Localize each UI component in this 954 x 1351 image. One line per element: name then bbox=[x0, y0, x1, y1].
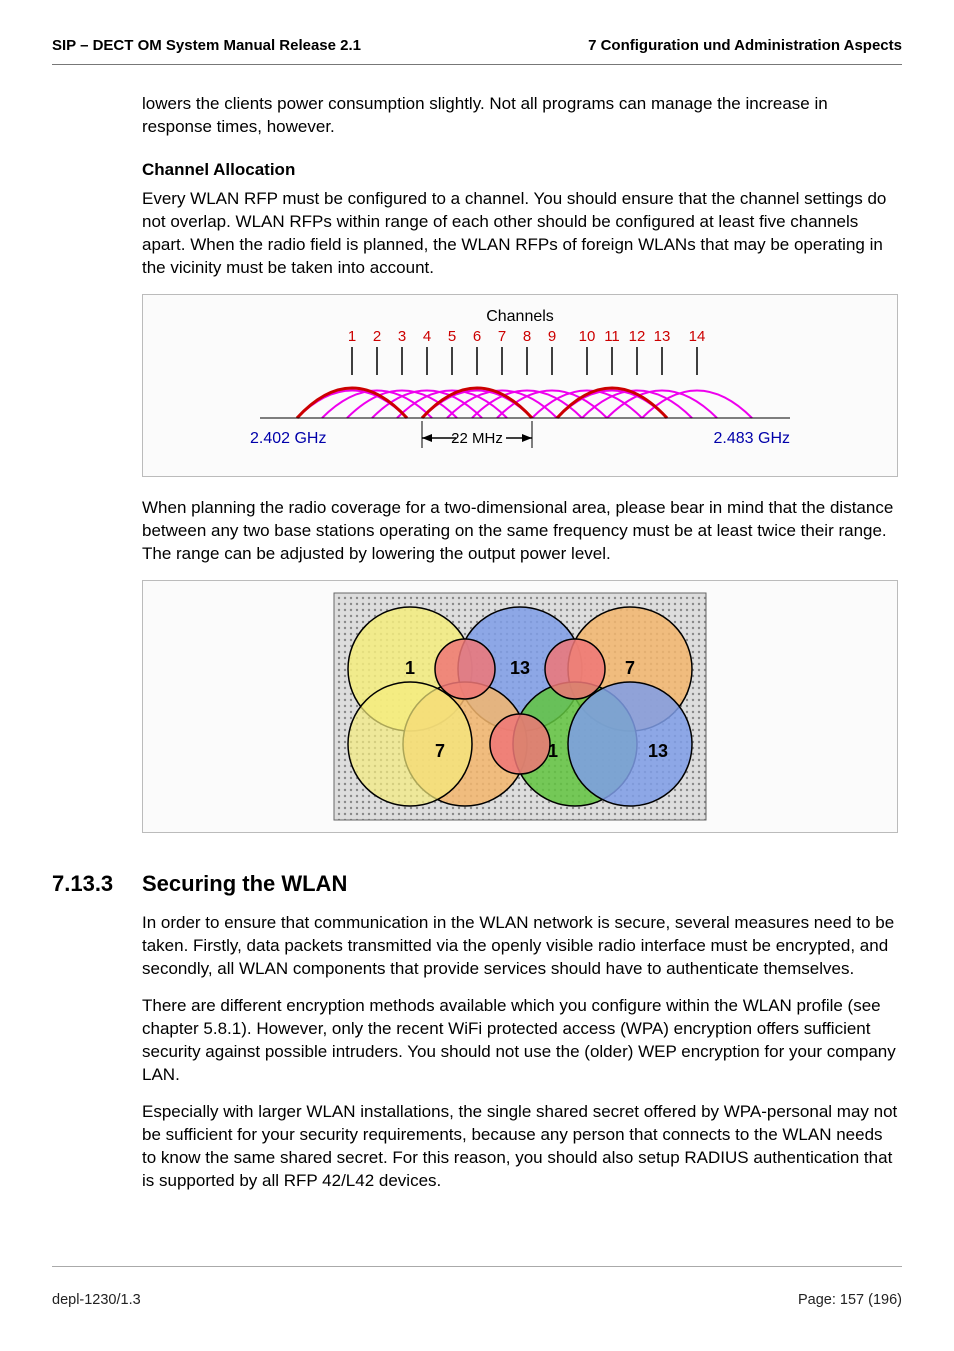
svg-text:1: 1 bbox=[348, 328, 356, 345]
header-right: 7 Configuration und Administration Aspec… bbox=[588, 36, 902, 56]
para-securing-1: In order to ensure that communication in… bbox=[142, 912, 898, 981]
figure-channels: Channels 1 2 3 4 5 6 7 8 9 10 11 12 13 bbox=[142, 294, 898, 477]
header-rule bbox=[52, 64, 902, 65]
fig1-left-freq: 2.402 GHz bbox=[250, 430, 326, 447]
svg-text:7: 7 bbox=[498, 328, 506, 345]
section-number: 7.13.3 bbox=[52, 869, 142, 899]
header-left: SIP – DECT OM System Manual Release 2.1 bbox=[52, 36, 361, 56]
svg-text:13: 13 bbox=[648, 741, 668, 761]
fig1-right-freq: 2.483 GHz bbox=[714, 430, 790, 447]
channel-axis: 1 2 3 4 5 6 7 8 9 10 11 12 13 14 bbox=[348, 328, 706, 375]
svg-text:5: 5 bbox=[448, 328, 456, 345]
svg-text:8: 8 bbox=[523, 328, 531, 345]
svg-text:4: 4 bbox=[423, 328, 431, 345]
svg-text:12: 12 bbox=[629, 328, 646, 345]
section-heading: 7.13.3 Securing the WLAN bbox=[52, 869, 902, 899]
para-intro-continuation: lowers the clients power consumption sli… bbox=[142, 93, 898, 139]
fig1-title: Channels bbox=[486, 308, 554, 325]
svg-text:13: 13 bbox=[654, 328, 671, 345]
svg-text:7: 7 bbox=[625, 658, 635, 678]
svg-text:10: 10 bbox=[579, 328, 596, 345]
svg-text:9: 9 bbox=[548, 328, 556, 345]
footer-right: Page: 157 (196) bbox=[798, 1291, 902, 1311]
para-planning: When planning the radio coverage for a t… bbox=[142, 497, 898, 566]
svg-text:3: 3 bbox=[398, 328, 406, 345]
svg-text:13: 13 bbox=[510, 658, 530, 678]
svg-text:7: 7 bbox=[435, 741, 445, 761]
figure-cell-plan: 1 13 7 7 1 13 bbox=[142, 580, 898, 833]
section-title: Securing the WLAN bbox=[142, 869, 347, 899]
heading-channel-allocation: Channel Allocation bbox=[142, 159, 898, 182]
para-securing-3: Especially with larger WLAN installation… bbox=[142, 1101, 898, 1193]
channels-diagram: Channels 1 2 3 4 5 6 7 8 9 10 11 12 13 bbox=[160, 303, 880, 468]
para-securing-2: There are different encryption methods a… bbox=[142, 995, 898, 1087]
svg-text:14: 14 bbox=[689, 328, 706, 345]
page-header: SIP – DECT OM System Manual Release 2.1 … bbox=[52, 36, 902, 62]
page-footer: depl-1230/1.3 Page: 157 (196) bbox=[52, 1258, 902, 1311]
footer-rule bbox=[52, 1266, 902, 1267]
para-channel-allocation: Every WLAN RFP must be configured to a c… bbox=[142, 188, 898, 280]
svg-text:11: 11 bbox=[604, 328, 620, 345]
bandwidth-indicator: 22 MHz bbox=[422, 421, 532, 448]
channel-arcs bbox=[297, 390, 752, 418]
svg-text:2: 2 bbox=[373, 328, 381, 345]
footer-left: depl-1230/1.3 bbox=[52, 1291, 141, 1311]
svg-text:1: 1 bbox=[548, 741, 558, 761]
svg-text:22 MHz: 22 MHz bbox=[451, 430, 503, 447]
cell-plan-diagram: 1 13 7 7 1 13 bbox=[330, 589, 710, 824]
svg-text:1: 1 bbox=[405, 658, 415, 678]
svg-text:6: 6 bbox=[473, 328, 481, 345]
